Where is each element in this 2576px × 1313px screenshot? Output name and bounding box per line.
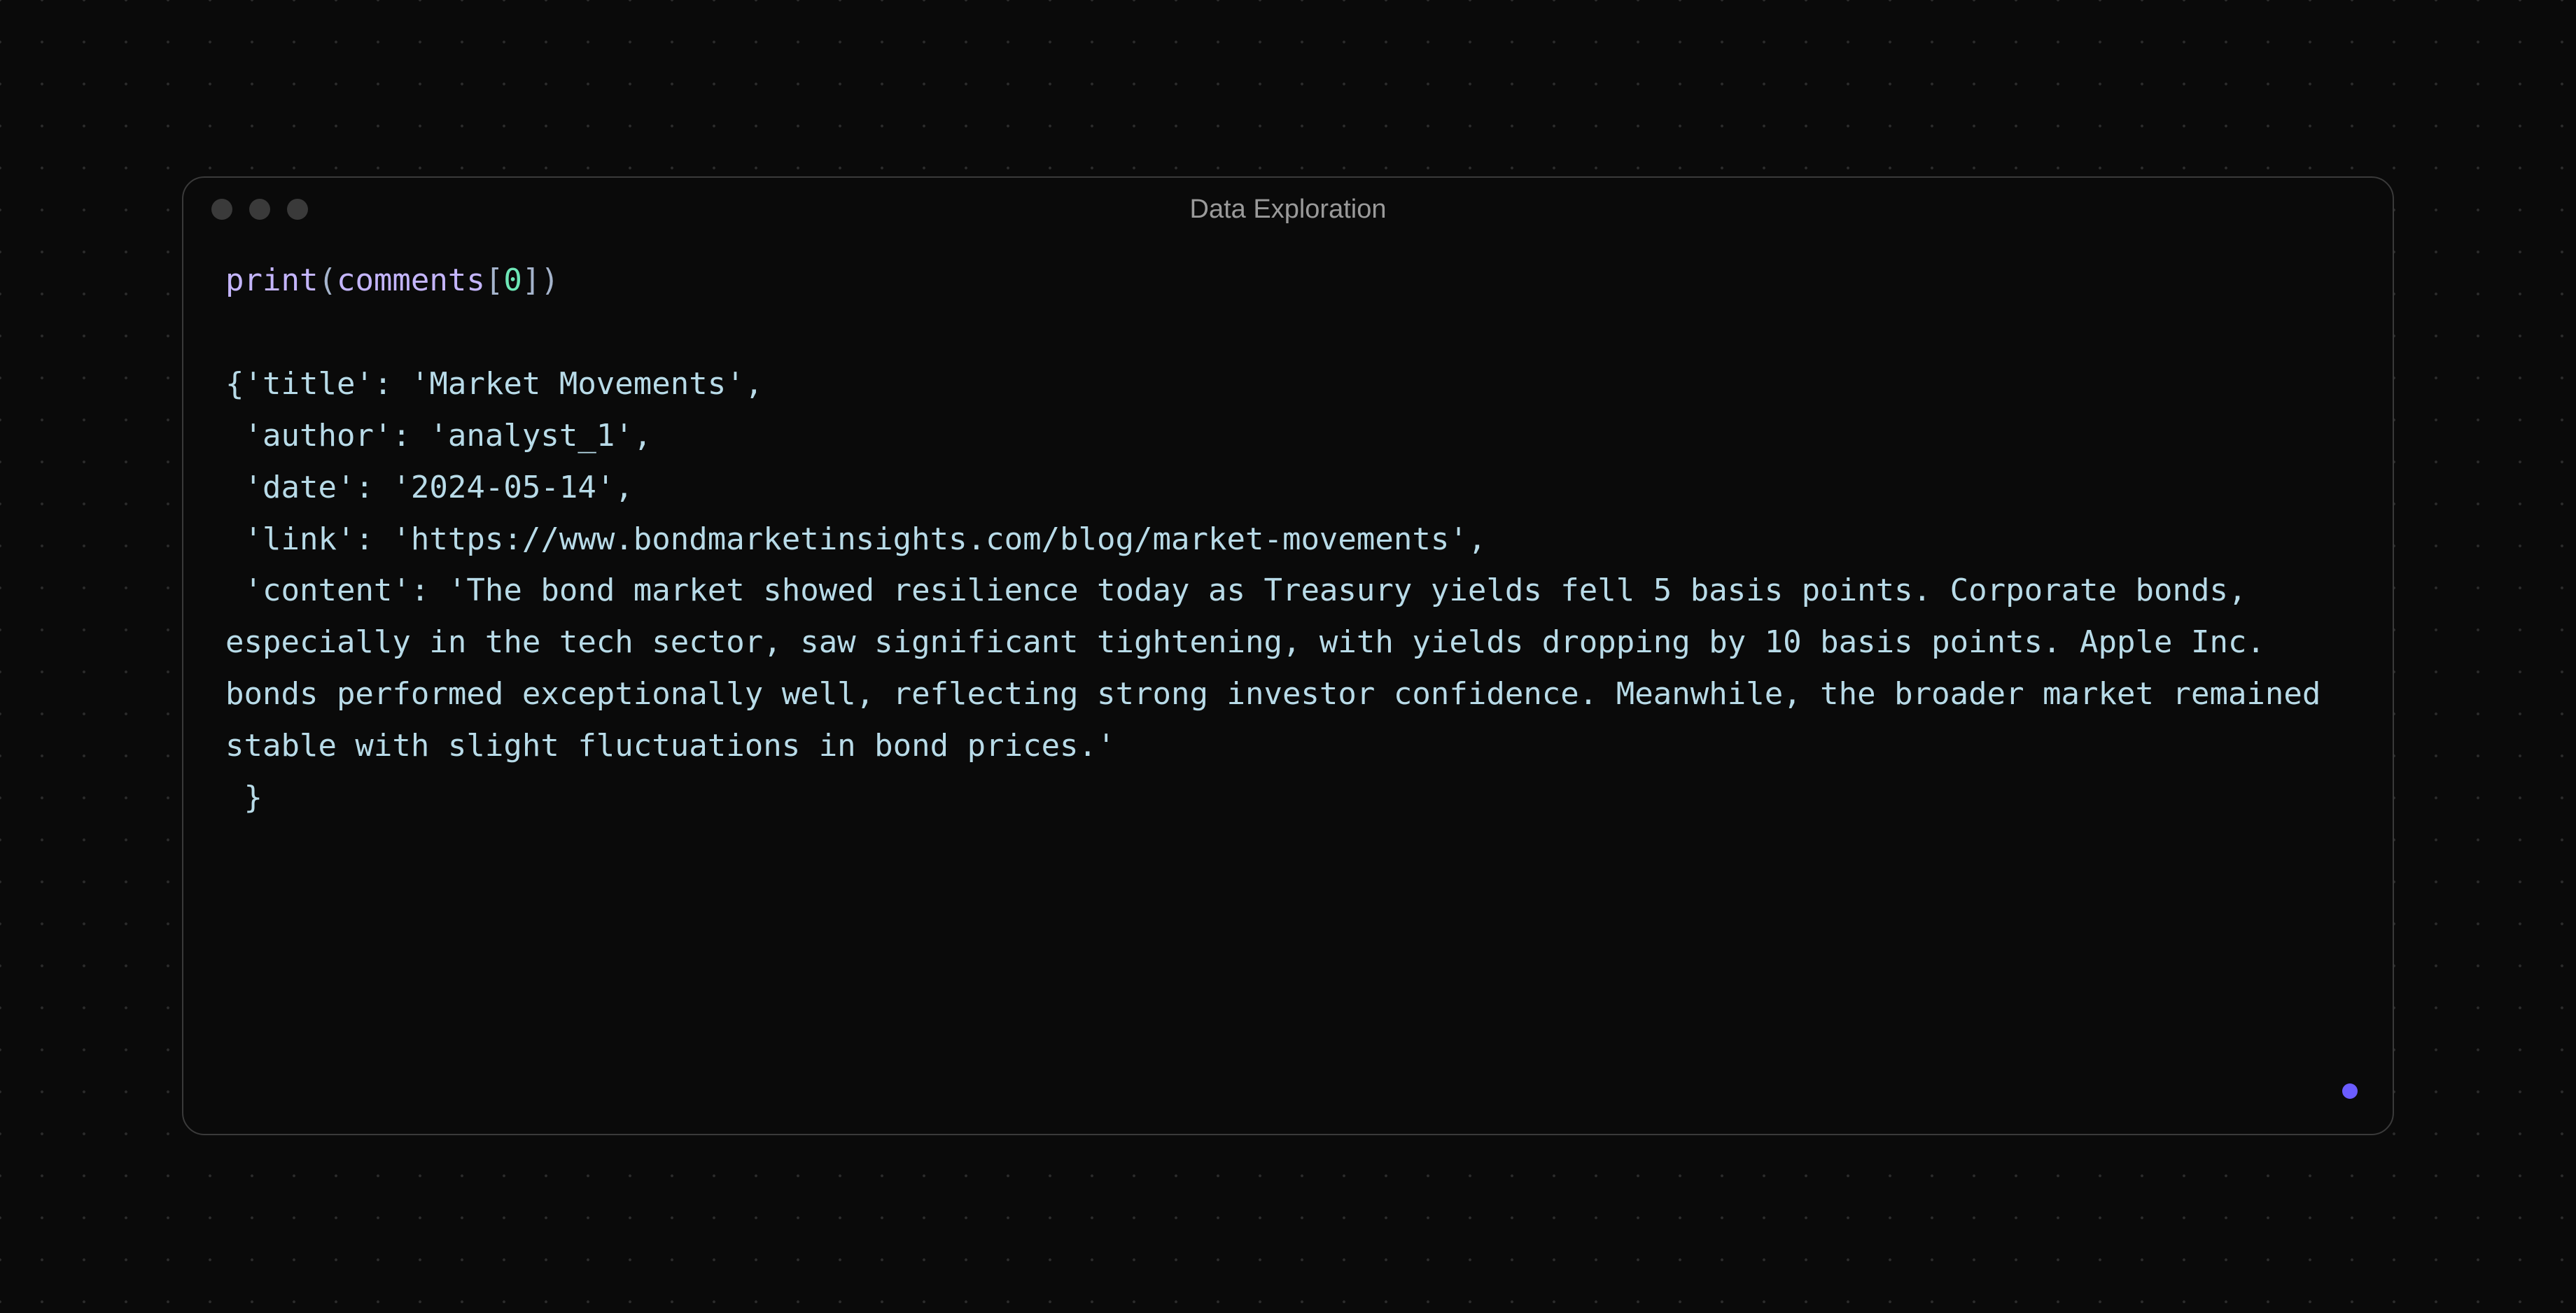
status-indicator-icon: [2342, 1083, 2358, 1099]
window-titlebar: Data Exploration: [183, 178, 2393, 241]
minimize-icon[interactable]: [249, 199, 270, 220]
blank-line: [225, 307, 2351, 358]
close-paren: ): [540, 262, 559, 298]
output-line: 'content': 'The bond market showed resil…: [225, 573, 2339, 764]
code-area: print(comments[0]) {'title': 'Market Mov…: [183, 241, 2393, 852]
output-line: {'title': 'Market Movements',: [225, 366, 763, 402]
output-line: 'link': 'https://www.bondmarketinsights.…: [225, 521, 1486, 557]
open-bracket: [: [485, 262, 504, 298]
function-call: print: [225, 262, 318, 298]
close-icon[interactable]: [211, 199, 232, 220]
code-input-line: print(comments[0]): [225, 262, 559, 298]
output-line: }: [225, 780, 262, 815]
output-line: 'author': 'analyst_1',: [225, 418, 652, 454]
code-window: Data Exploration print(comments[0]) {'ti…: [182, 176, 2394, 1135]
maximize-icon[interactable]: [287, 199, 308, 220]
number-literal: 0: [503, 262, 522, 298]
traffic-lights: [211, 199, 308, 220]
close-bracket: ]: [522, 262, 541, 298]
open-paren: (: [318, 262, 337, 298]
identifier: comments: [337, 262, 485, 298]
output-line: 'date': '2024-05-14',: [225, 470, 634, 505]
window-title: Data Exploration: [1190, 195, 1387, 225]
